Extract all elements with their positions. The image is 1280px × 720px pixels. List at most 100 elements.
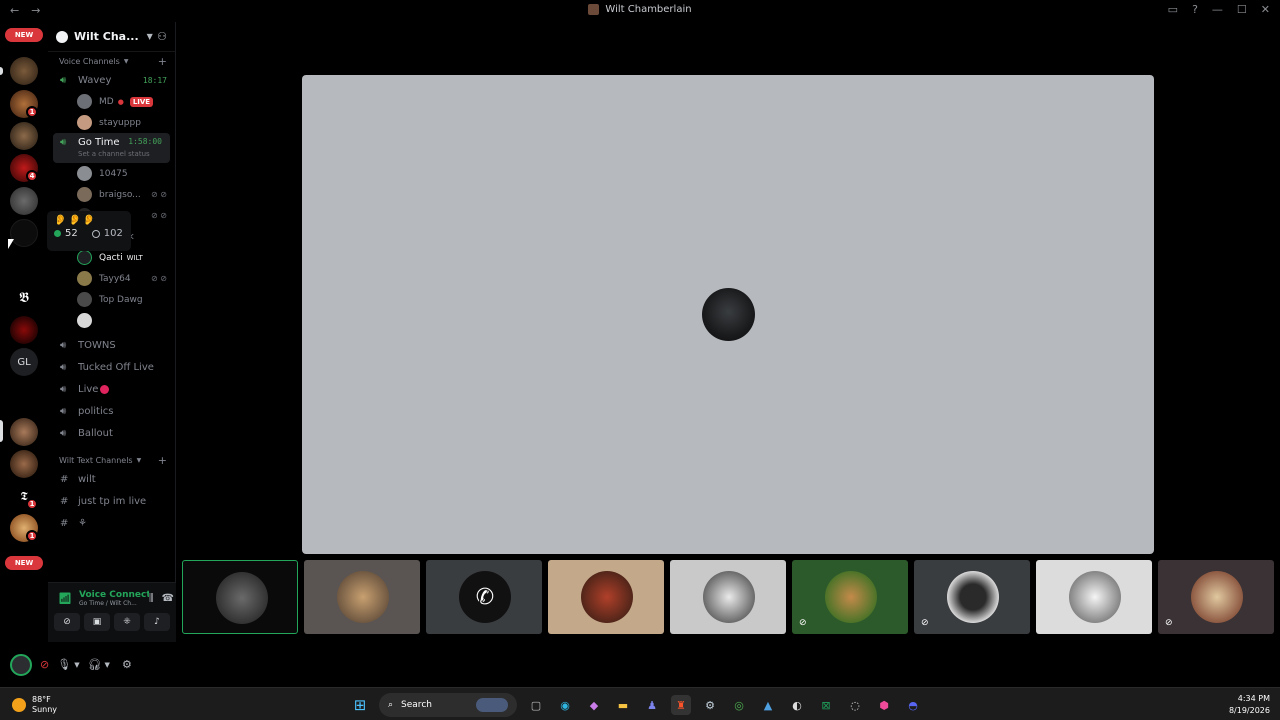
chevron-down-icon[interactable]: ▼ [105,661,110,669]
chevron-down-icon[interactable]: ▼ [74,661,79,669]
camera-off-button[interactable]: ⊘ [54,613,80,631]
app-icon[interactable]: ⬢ [874,695,894,715]
category-text-channels[interactable]: Wilt Text Channels ▼ + [48,452,175,468]
server-icon[interactable]: 𝕭 [10,284,38,312]
microphone-icon[interactable]: 🎙︎ [57,658,71,671]
maximize-icon[interactable]: ☐ [1237,3,1247,16]
edge-icon[interactable]: ◉ [555,695,575,715]
logitech-icon[interactable]: ◐ [787,695,807,715]
participant-tile[interactable] [670,560,786,634]
phone-icon: ✆ [459,571,511,623]
signal-icon[interactable]: 📶︎ [58,592,72,605]
text-channel[interactable]: # just tp im live [48,490,175,512]
participant-tile[interactable] [304,560,420,634]
avatar[interactable] [10,653,32,676]
activities-button[interactable]: ⁜ [114,613,140,631]
live-dot-icon [100,384,110,394]
speaker-icon: 🔊︎ [60,383,67,395]
channel-name: Tucked Off Live [78,361,154,373]
copilot-icon[interactable]: ◆ [584,695,604,715]
close-icon[interactable]: ✕ [1261,3,1270,16]
server-icon-gl[interactable]: GL [10,348,38,376]
voice-channel[interactable]: 🔊︎ TOWNS [48,334,175,356]
speaker-icon: 🔊︎ [60,74,67,86]
channel-status[interactable]: Set a channel status [78,150,150,158]
voice-channel[interactable]: 🔊︎ politics [48,400,175,422]
server-icon[interactable] [10,219,38,247]
deafened-icon: ⊘ [799,618,807,628]
participant-tile[interactable]: ✆ [426,560,542,634]
new-badge[interactable]: NEW [5,28,43,42]
participant-tile[interactable] [182,560,298,634]
participant-tile[interactable]: ⊘ [1158,560,1274,634]
server-icon[interactable] [10,187,38,215]
participant-tile[interactable]: ⊘ [914,560,1030,634]
voice-channel[interactable]: 🔊︎ Tucked Off Live [48,356,175,378]
voice-user[interactable]: Tayy64 ⊘ ⊘ [48,268,175,289]
xbox-icon[interactable]: ⊠ [816,695,836,715]
camera-off-icon[interactable]: ⊘ [40,658,49,671]
server-icon[interactable] [10,122,38,150]
system-clock[interactable]: 4:34 PM 8/19/2026 [1229,693,1270,717]
username: braigso... [99,189,141,200]
discord-icon[interactable]: ◓ [903,695,923,715]
notification-badge: 1 [26,498,38,510]
voice-actions: ⊘ ▣ ⁜ ♪ [48,609,176,635]
text-channel[interactable]: # wilt [48,468,175,490]
gear-icon[interactable]: ⚙ [122,658,132,671]
screen-share-button[interactable]: ▣ [84,613,110,631]
voice-channel-wavey[interactable]: 🔊︎ Wavey 18:17 [48,69,175,91]
voice-user[interactable] [48,310,175,331]
selected-indicator [0,420,3,442]
server-header[interactable]: Wilt Cha... ▼ ⚇ [48,22,175,52]
headphones-icon[interactable]: 🎧︎ [88,658,102,671]
clock-date: 8/19/2026 [1228,706,1270,715]
voice-connected-subtitle[interactable]: Go Time / Wilt Ch... [79,600,149,607]
voice-user[interactable]: stayuppp [48,112,175,133]
server-icon[interactable] [10,57,38,85]
help-icon[interactable]: ? [1192,3,1198,16]
photos-icon[interactable]: ▲ [758,695,778,715]
minimize-icon[interactable]: — [1212,3,1223,16]
voice-channel[interactable]: 🔊︎ Ballout [48,422,175,444]
voice-channel[interactable]: 🔊︎ Live [48,378,175,400]
brave-icon[interactable]: ♜ [671,695,691,715]
text-channel[interactable]: # ⚘ [48,512,175,534]
add-member-icon[interactable]: ⚇ [157,30,167,43]
inbox-icon[interactable]: ▭ [1168,3,1178,16]
server-tooltip: 👂👂👂 52 102 [47,211,131,251]
disconnect-icon[interactable]: ☎ [162,593,174,604]
soundboard-button[interactable]: ♪ [144,613,170,631]
add-channel-icon[interactable]: + [158,454,167,467]
voice-user[interactable]: MD ● LIVE [48,91,175,112]
participant-tile[interactable] [1036,560,1152,634]
server-icon[interactable] [10,418,38,446]
taskbar-search[interactable]: ⌕ Search [379,693,517,717]
server-icon[interactable] [10,316,38,344]
windows-start-icon[interactable]: ⊞ [350,695,370,715]
voice-user[interactable]: braigso... ⊘ ⊘ [48,184,175,205]
chevron-down-icon: ▼ [136,456,142,464]
app-icon[interactable]: ◌ [845,695,865,715]
task-view-icon[interactable]: ▢ [526,695,546,715]
server-icon[interactable] [10,450,38,478]
focused-stream[interactable] [302,75,1154,554]
category-voice-channels[interactable]: Voice Channels ▼ + [48,53,175,69]
file-explorer-icon[interactable]: ▬ [613,695,633,715]
voice-user[interactable]: Top Dawg [48,289,175,310]
voice-user[interactable]: 10475 [48,163,175,184]
new-badge[interactable]: NEW [5,556,43,570]
clock-time: 4:34 PM [1237,694,1270,703]
teams-icon[interactable]: ♟ [642,695,662,715]
speaker-icon: 🔊︎ [60,361,67,373]
chevron-down-icon[interactable]: ▼ [147,32,153,41]
weather-widget[interactable]: 88°F Sunny [12,695,57,715]
add-channel-icon[interactable]: + [158,55,167,68]
participant-tile[interactable]: ⊘ [792,560,908,634]
voice-channel-go-time[interactable]: 🔊︎ Go Time 1:58:00 Set a channel status [53,133,170,163]
chrome-icon[interactable]: ◎ [729,695,749,715]
hashtag-icon: # [60,517,69,529]
noise-suppression-icon[interactable]: ⫼ [149,593,154,604]
steam-icon[interactable]: ⚙ [700,695,720,715]
participant-tile[interactable] [548,560,664,634]
